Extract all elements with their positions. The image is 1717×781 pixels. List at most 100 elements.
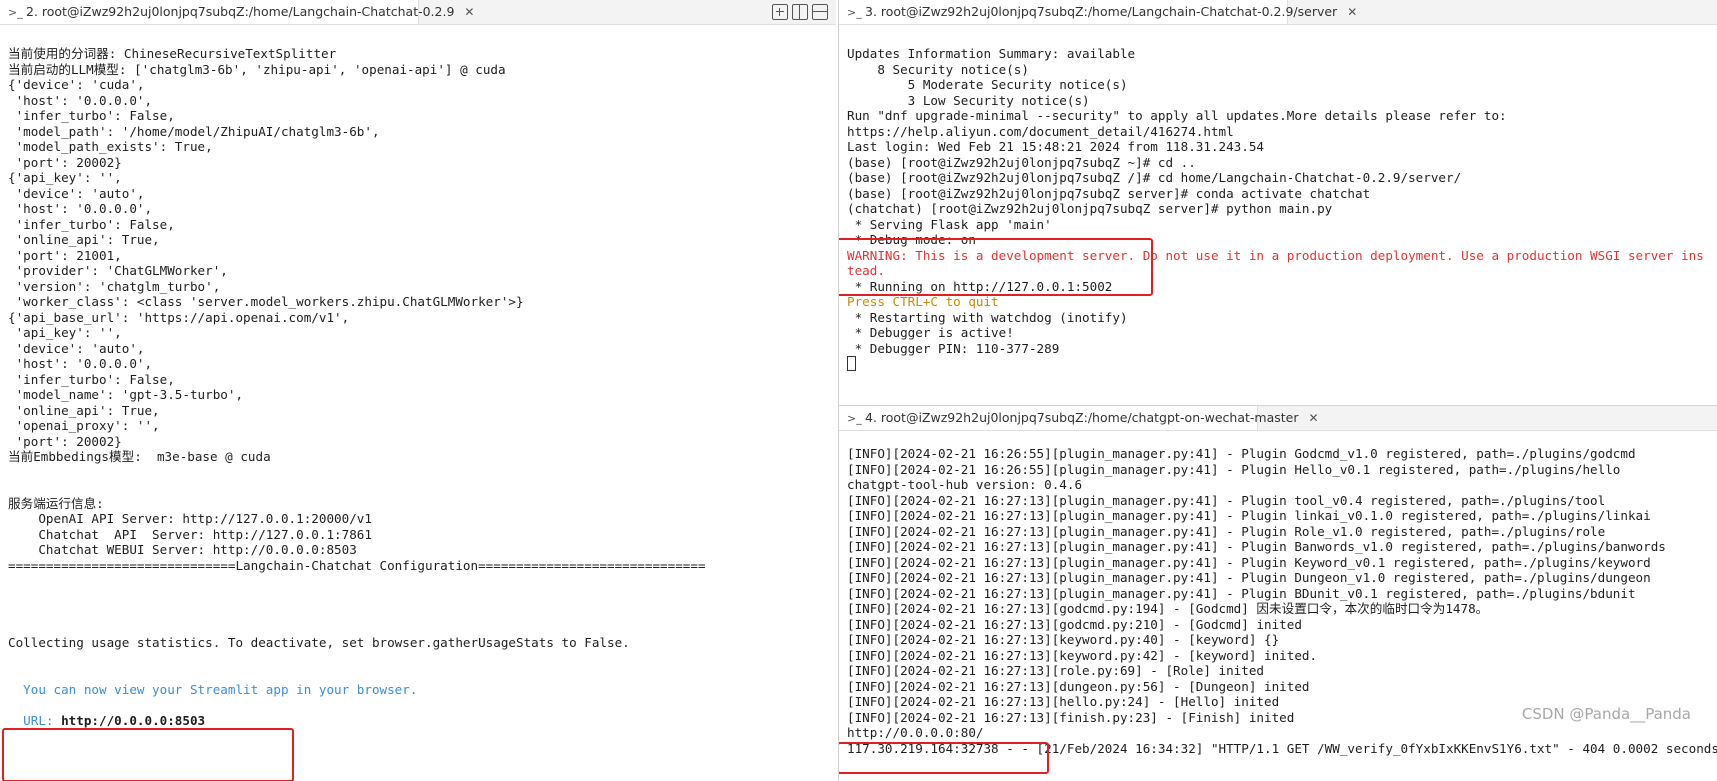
tab-bar: >_ 4. root@iZwz92h2uj0lonjpq7subqZ:/home/… [839,406,1717,431]
terminal-line: (base) [root@iZwz92h2uj0lonjpq7subqZ ser… [847,185,1371,201]
terminal-line: 'host': '0.0.0.0', [8,92,153,108]
terminal-line: * Debugger PIN: 110-377-289 [847,340,1060,356]
terminal-line: [INFO][2024-02-21 16:27:13][plugin_manag… [847,570,1651,585]
pane-actions [768,2,828,22]
terminal-pane-2[interactable]: >_ 2. root@iZwz92h2uj0lonjpq7subqZ:/home/… [0,0,836,781]
terminal-line: [INFO][2024-02-21 16:27:13][keyword.py:4… [847,632,1280,647]
split-vertical-icon[interactable] [792,4,808,20]
terminal-line: 'port': 20002} [8,154,122,170]
terminal-line: 'version': 'chatglm_turbo', [8,278,221,294]
terminal-line: Chatchat WEBUI Server: http://0.0.0.0:85… [8,542,357,557]
terminal-line: (base) [root@iZwz92h2uj0lonjpq7subqZ ~]#… [847,154,1196,170]
terminal-line: [INFO][2024-02-21 16:27:13][plugin_manag… [847,523,1606,539]
terminal-line: {'api_key': '', [8,170,122,185]
terminal-line: http://0.0.0.0:80/ [847,725,984,740]
terminal-line: 当前Embbedings模型: m3e-base @ cuda [8,449,271,464]
terminal-line: Press CTRL+C to quit [847,294,999,309]
terminal-line: (base) [root@iZwz92h2uj0lonjpq7subqZ /]#… [847,170,1462,185]
terminal-line: 'model_path': '/home/model/ZhipuAI/chatg… [8,123,380,139]
terminal-icon: >_ [8,6,23,19]
close-icon[interactable]: ✕ [1309,406,1319,430]
terminal-line: {'api_base_url': 'https://api.openai.com… [8,309,350,325]
terminal-line: 当前使用的分词器: ChineseRecursiveTextSplitter [8,46,337,61]
terminal-line: 5 Moderate Security notice(s) [847,77,1128,92]
terminal-line: 'device': 'auto', [8,185,145,201]
highlight-box [839,238,1153,296]
terminal-output[interactable]: Updates Information Summary: available 8… [847,46,1717,372]
terminal-line: 'api_key': '', [8,325,122,340]
terminal-line: 'host': '0.0.0.0', [8,201,153,216]
terminal-line: URL: http://0.0.0.0:8503 [8,712,206,728]
terminal-line: 'openai_proxy': '', [8,418,160,433]
split-horizontal-icon[interactable] [812,4,828,20]
terminal-line: [INFO][2024-02-21 16:27:13][dungeon.py:5… [847,678,1310,694]
terminal-line: * Serving Flask app 'main' [847,216,1052,232]
terminal-line: 'online_api': True, [8,232,160,247]
terminal-line: https://help.aliyun.com/document_detail/… [847,123,1234,139]
highlight-box [2,728,294,781]
watermark: CSDN @Panda__Panda [1521,705,1691,723]
tab-terminal-2[interactable]: >_ 2. root@iZwz92h2uj0lonjpq7subqZ:/home/… [0,0,474,24]
close-icon[interactable]: ✕ [1347,0,1357,24]
terminal-line: Run "dnf upgrade-minimal --security" to … [847,108,1507,123]
terminal-icon: >_ [847,412,862,425]
terminal-line: Last login: Wed Feb 21 15:48:21 2024 fro… [847,139,1265,154]
terminal-line: (chatchat) [root@iZwz92h2uj0lonjpq7subqZ… [847,201,1333,216]
terminal-line: chatgpt-tool-hub version: 0.4.6 [847,477,1083,492]
terminal-line: 'infer_turbo': False, [8,371,175,387]
terminal-line: 'device': 'auto', [8,340,145,356]
terminal-line: {'device': 'cuda', [8,77,145,92]
terminal-line: [INFO][2024-02-21 16:27:13][godcmd.py:19… [847,601,1489,616]
terminal-line: [INFO][2024-02-21 16:26:55][plugin_manag… [847,446,1636,461]
close-icon[interactable]: ✕ [464,0,474,24]
terminal-line: You can now view your Streamlit app in y… [8,681,418,697]
terminal-line: 8 Security notice(s) [847,61,1029,77]
terminal-line: 'port': 21001, [8,247,122,263]
tab-bar: >_ 3. root@iZwz92h2uj0lonjpq7subqZ:/home/… [839,0,1717,25]
terminal-line: 服务端运行信息: [8,495,104,511]
terminal-line: [INFO][2024-02-21 16:27:13][plugin_manag… [847,585,1636,601]
terminal-pane-4[interactable]: >_ 4. root@iZwz92h2uj0lonjpq7subqZ:/home/… [839,406,1717,781]
terminal-output[interactable]: 当前使用的分词器: ChineseRecursiveTextSplitter 当前… [8,46,836,728]
terminal-line: 3 Low Security notice(s) [847,92,1090,108]
terminal-line: [INFO][2024-02-21 16:27:13][plugin_manag… [847,508,1651,523]
terminal-pane-3[interactable]: >_ 3. root@iZwz92h2uj0lonjpq7subqZ:/home/… [839,0,1717,405]
terminal-line: 'host': '0.0.0.0', [8,356,153,371]
terminal-line: [INFO][2024-02-21 16:27:13][role.py:69] … [847,663,1265,678]
terminal-line: 'provider': 'ChatGLMWorker', [8,263,228,278]
new-terminal-icon[interactable] [772,4,788,20]
tab-label: 4. root@iZwz92h2uj0lonjpq7subqZ:/home/ch… [865,410,1299,425]
terminal-icon: >_ [847,6,862,19]
terminal-line: * Restarting with watchdog (inotify) [847,309,1128,325]
terminal-line: Collecting usage statistics. To deactiva… [8,635,630,650]
terminal-line: 'infer_turbo': False, [8,216,175,232]
terminal-line: 当前启动的LLM模型: ['chatglm3-6b', 'zhipu-api',… [8,61,506,77]
terminal-line: * Debugger is active! [847,325,1014,340]
tab-bar: >_ 2. root@iZwz92h2uj0lonjpq7subqZ:/home/… [0,0,836,25]
tab-terminal-4[interactable]: >_ 4. root@iZwz92h2uj0lonjpq7subqZ:/home/… [839,406,1319,430]
tab-label: 3. root@iZwz92h2uj0lonjpq7subqZ:/home/La… [865,4,1338,19]
terminal-line: 'worker_class': <class 'server.model_wor… [8,294,524,309]
tab-terminal-3[interactable]: >_ 3. root@iZwz92h2uj0lonjpq7subqZ:/home/… [839,0,1357,24]
terminal-line: [INFO][2024-02-21 16:27:13][plugin_manag… [847,492,1606,508]
terminal-line: 'model_path_exists': True, [8,139,213,154]
terminal-line: ==============================Langchain-… [8,557,706,573]
prompt-line[interactable] [847,356,1717,372]
terminal-line: [INFO][2024-02-21 16:27:13][plugin_manag… [847,539,1666,554]
terminal-line: 'infer_turbo': False, [8,108,175,123]
terminal-line: Updates Information Summary: available [847,46,1136,61]
terminal-line: 'online_api': True, [8,402,160,418]
tab-label: 2. root@iZwz92h2uj0lonjpq7subqZ:/home/La… [26,4,455,19]
cursor [847,356,856,371]
terminal-line: 'model_name': 'gpt-3.5-turbo', [8,387,244,402]
highlight-box [839,742,1049,774]
